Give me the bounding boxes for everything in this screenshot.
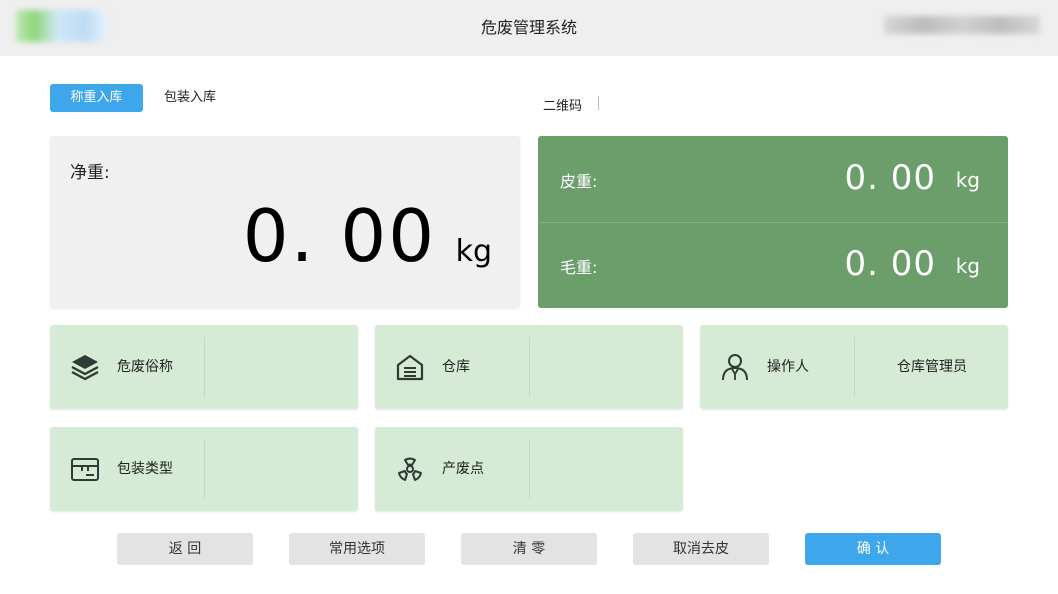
- net-weight-value: 0. 00: [242, 194, 436, 278]
- box-icon: [70, 454, 100, 484]
- tare-row: 皮重: 0. 00 kg: [538, 136, 1008, 223]
- back-button[interactable]: 返 回: [117, 533, 253, 565]
- tare-label: 皮重:: [560, 172, 598, 191]
- person-icon: [720, 352, 750, 382]
- gross-value: 0. 00: [844, 244, 936, 284]
- tab-weigh-in[interactable]: 称重入库: [50, 84, 143, 112]
- net-weight-unit: kg: [455, 234, 492, 269]
- waste-name-label: 危废俗称: [117, 359, 173, 375]
- qr-label: 二维码: [543, 99, 583, 114]
- warehouse-card[interactable]: 仓库: [375, 325, 683, 409]
- net-weight-panel: 净重: 0. 00 kg: [50, 136, 520, 308]
- divider: [529, 337, 530, 397]
- layers-icon: [70, 352, 100, 382]
- confirm-button[interactable]: 确 认: [805, 533, 941, 565]
- qr-input[interactable]: [598, 96, 599, 110]
- cancel-tare-button[interactable]: 取消去皮: [633, 533, 769, 565]
- waste-name-value[interactable]: [206, 325, 358, 409]
- waste-point-card[interactable]: 产废点: [375, 427, 683, 511]
- zero-button[interactable]: 清 零: [461, 533, 597, 565]
- operator-value[interactable]: 仓库管理员: [856, 325, 1008, 409]
- package-type-label: 包装类型: [117, 461, 173, 477]
- waste-point-value[interactable]: [531, 427, 683, 511]
- radiation-icon: [395, 454, 425, 484]
- warehouse-icon: [395, 352, 425, 382]
- tare-gross-panel: 皮重: 0. 00 kg 毛重: 0. 00 kg: [538, 136, 1008, 308]
- operator-label: 操作人: [767, 359, 809, 375]
- user-info: [884, 16, 1040, 34]
- common-options-button[interactable]: 常用选项: [289, 533, 425, 565]
- package-type-card[interactable]: 包装类型: [50, 427, 358, 511]
- tare-unit: kg: [955, 168, 980, 192]
- top-bar: 危废管理系统: [0, 0, 1058, 56]
- divider: [204, 337, 205, 397]
- gross-label: 毛重:: [560, 258, 598, 277]
- waste-point-label: 产废点: [442, 461, 484, 477]
- warehouse-label: 仓库: [442, 359, 470, 375]
- divider: [529, 439, 530, 499]
- divider: [854, 337, 855, 397]
- net-weight-label: 净重:: [70, 163, 110, 183]
- operator-card[interactable]: 操作人 仓库管理员: [700, 325, 1008, 409]
- package-type-value[interactable]: [206, 427, 358, 511]
- waste-name-card[interactable]: 危废俗称: [50, 325, 358, 409]
- tab-package-in[interactable]: 包装入库: [150, 84, 230, 112]
- warehouse-value[interactable]: [531, 325, 683, 409]
- tare-value: 0. 00: [844, 158, 936, 198]
- gross-row: 毛重: 0. 00 kg: [538, 222, 1008, 308]
- divider: [204, 439, 205, 499]
- gross-unit: kg: [955, 254, 980, 278]
